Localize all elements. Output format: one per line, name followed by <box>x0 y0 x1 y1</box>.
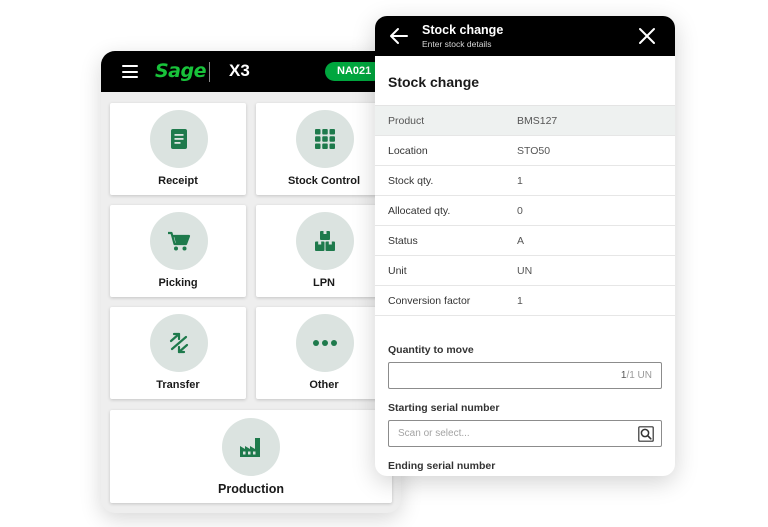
document-icon <box>150 110 208 168</box>
tile-label: Other <box>309 379 339 391</box>
tile-production[interactable]: Production <box>110 410 392 503</box>
tile-transfer[interactable]: Transfer <box>110 307 246 399</box>
quantity-readout: 1/1 UN <box>621 370 652 381</box>
starting-serial-field <box>388 420 662 447</box>
header-subtitle: Enter stock details <box>422 39 492 49</box>
info-row-location: Location STO50 <box>375 136 675 166</box>
quantity-max: /1 UN <box>626 370 652 381</box>
close-icon[interactable] <box>638 27 656 50</box>
row-key: Status <box>388 234 418 247</box>
info-row-status: Status A <box>375 226 675 256</box>
tile-lpn[interactable]: LPN <box>256 205 392 297</box>
factory-icon <box>222 418 280 476</box>
ending-serial-label: Ending serial number <box>388 460 496 472</box>
quantity-input[interactable]: 1/1 UN <box>388 362 662 389</box>
hamburger-menu-icon[interactable] <box>122 65 138 78</box>
tile-picking[interactable]: Picking <box>110 205 246 297</box>
back-arrow-icon[interactable] <box>389 27 409 50</box>
row-value: BMS127 <box>517 114 558 127</box>
quantity-label: Quantity to move <box>388 344 474 356</box>
boxes-icon <box>296 212 354 270</box>
info-row-stock-qty: Stock qty. 1 <box>375 166 675 196</box>
tile-label: Transfer <box>156 379 200 391</box>
row-value: 0 <box>517 204 523 217</box>
row-key: Location <box>388 144 428 157</box>
row-value: STO50 <box>517 144 551 157</box>
stock-change-screen: Stock change Enter stock details Stock c… <box>375 16 675 476</box>
tile-other[interactable]: Other <box>256 307 392 399</box>
row-key: Unit <box>388 264 407 277</box>
cart-icon <box>150 212 208 270</box>
row-key: Product <box>388 114 425 127</box>
tile-label: Receipt <box>158 175 198 187</box>
product-name: X3 <box>229 61 250 80</box>
row-key: Conversion factor <box>388 294 471 307</box>
stock-change-form: Quantity to move 1/1 UN Starting serial … <box>375 344 675 472</box>
menu-screen: Sage X3 NA021 Receipt Stock Control Pick… <box>101 51 401 513</box>
stock-change-header: Stock change Enter stock details <box>375 16 675 56</box>
search-lookup-icon[interactable] <box>638 426 654 445</box>
logo-divider <box>209 62 210 82</box>
info-row-unit: Unit UN <box>375 256 675 286</box>
row-value: 1 <box>517 174 523 187</box>
row-value: A <box>517 234 525 247</box>
section-title: Stock change <box>375 56 675 106</box>
info-row-allocated-qty: Allocated qty. 0 <box>375 196 675 226</box>
tile-receipt[interactable]: Receipt <box>110 103 246 195</box>
tile-stock-control[interactable]: Stock Control <box>256 103 392 195</box>
row-value: 1 <box>517 294 523 307</box>
header-title: Stock change <box>422 23 504 37</box>
row-value: UN <box>517 264 533 277</box>
starting-serial-label: Starting serial number <box>388 402 500 414</box>
more-dots-icon <box>296 314 354 372</box>
starting-serial-input[interactable] <box>389 421 661 446</box>
row-key: Stock qty. <box>388 174 434 187</box>
row-key: Allocated qty. <box>388 204 451 217</box>
sage-logo: Sage <box>155 60 207 82</box>
transfer-arrows-icon <box>150 314 208 372</box>
tile-label: Production <box>218 482 284 496</box>
menu-top-bar: Sage X3 NA021 <box>101 51 401 92</box>
info-row-product: Product BMS127 <box>375 106 675 136</box>
grid-icon <box>296 110 354 168</box>
tile-label: Stock Control <box>287 175 361 187</box>
info-row-conversion-factor: Conversion factor 1 <box>375 286 675 316</box>
tile-label: Picking <box>158 277 198 289</box>
tile-label: LPN <box>313 277 335 289</box>
